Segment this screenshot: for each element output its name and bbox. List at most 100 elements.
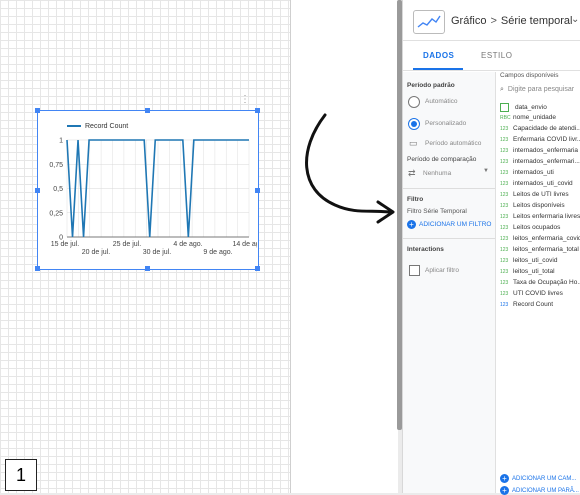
field-name: leitos_enfermaria_covid xyxy=(513,235,580,242)
list-item[interactable]: 123 internados_uti xyxy=(500,169,554,176)
timeseries-chart-icon[interactable] xyxy=(413,10,445,34)
list-item[interactable]: 123 UTI COVID livres xyxy=(500,290,563,297)
list-item[interactable]: 123 leitos_uti_covid xyxy=(500,257,557,264)
legend-label: Record Count xyxy=(85,123,129,130)
list-item[interactable]: RBC nome_unidade xyxy=(500,114,556,121)
list-item[interactable]: 123 Capacidade de atendi... xyxy=(500,125,580,132)
field-type-icon: 123 xyxy=(500,137,509,143)
active-tab-indicator xyxy=(413,68,463,70)
compare-arrows-icon: ⇄ xyxy=(408,168,416,178)
auto-period-selector[interactable]: Período automático xyxy=(425,140,481,147)
field-name: nome_unidade xyxy=(513,114,557,121)
list-item[interactable]: 123 leitos_enfermaria_covid xyxy=(500,235,580,242)
field-type-icon: 123 xyxy=(500,170,509,176)
list-item[interactable]: 123 Leitos ocupados xyxy=(500,224,560,231)
resize-handle-tm[interactable] xyxy=(145,108,150,113)
section-divider xyxy=(403,238,495,239)
y-tick-label: 0,5 xyxy=(53,186,63,193)
dropdown-arrow-icon[interactable]: ▼ xyxy=(483,168,489,174)
field-name: Record Count xyxy=(513,301,554,308)
y-tick-label: 0,25 xyxy=(49,210,63,217)
field-type-icon: 123 xyxy=(500,192,509,198)
tab-dados[interactable]: DADOS xyxy=(423,51,454,60)
x-tick-label: 14 de ago. xyxy=(232,241,257,248)
y-tick-label: 0,75 xyxy=(49,162,63,169)
x-tick-label: 30 de jul. xyxy=(143,249,171,256)
available-fields-title: Campos disponíveis xyxy=(500,72,559,79)
field-name: Leitos ocupados xyxy=(513,224,561,231)
field-name: Enfermaria COVID livr... xyxy=(513,136,580,143)
filter-title: Filtro xyxy=(407,196,424,203)
field-type-icon: 123 xyxy=(500,302,509,308)
chevron-down-icon[interactable]: ⌄ xyxy=(571,14,579,25)
breadcrumb-separator: > xyxy=(490,15,497,27)
add-filter-label: ADICIONAR UM FILTRO xyxy=(419,221,492,229)
legend-swatch xyxy=(67,125,81,128)
panel-tabs: DADOS ESTILO xyxy=(403,42,580,71)
field-search[interactable]: ⌕ Digite para pesquisar xyxy=(500,86,574,94)
field-type-icon: 123 xyxy=(500,269,509,275)
comparison-selector[interactable]: Nenhuma xyxy=(423,170,451,177)
custom-label: Personalizado xyxy=(425,120,467,127)
field-type-icon: RBC xyxy=(500,115,511,121)
x-tick-label: 4 de ago. xyxy=(173,241,202,248)
calendar-icon: ▭ xyxy=(409,138,418,148)
x-tick-label: 25 de jul. xyxy=(113,241,141,248)
breadcrumb-chart-type[interactable]: Série temporal xyxy=(501,15,573,27)
field-type-icon: 123 xyxy=(500,203,509,209)
automatic-label: Automático xyxy=(425,98,458,105)
list-item[interactable]: 123 Enfermaria COVID livr... xyxy=(500,136,580,143)
resize-handle-bm[interactable] xyxy=(145,266,150,271)
default-period-title: Período padrão xyxy=(407,82,455,89)
field-name: internados_uti_covid xyxy=(513,180,573,187)
comparison-period-title: Período de comparação xyxy=(407,156,477,163)
search-placeholder: Digite para pesquisar xyxy=(507,86,575,93)
resize-handle-br[interactable] xyxy=(255,266,260,271)
y-tick-label: 1 xyxy=(59,138,63,145)
field-name: Capacidade de atendi... xyxy=(513,125,580,132)
list-item[interactable]: 123 internados_enfermaria xyxy=(500,147,578,154)
date-type-icon xyxy=(500,103,509,112)
apply-filter-label: Aplicar filtro xyxy=(425,267,459,274)
field-type-icon: 123 xyxy=(500,225,509,231)
resize-handle-tl[interactable] xyxy=(35,108,40,113)
add-parameter-button[interactable]: + ADICIONAR UM PARÂ... xyxy=(500,486,579,495)
resize-handle-tr[interactable] xyxy=(255,108,260,113)
list-item[interactable]: 123 Leitos de UTI livres xyxy=(500,191,569,198)
apply-filter-checkbox[interactable] xyxy=(409,265,420,276)
field-name: leitos_uti_covid xyxy=(513,257,558,264)
list-item[interactable]: 123 leitos_uti_total xyxy=(500,268,555,275)
add-icon: + xyxy=(407,220,416,229)
list-item[interactable]: 123 leitos_enfermaria_total xyxy=(500,246,579,253)
resize-handle-bl[interactable] xyxy=(35,266,40,271)
list-item[interactable]: 123 Taxa de Ocupação Ho... xyxy=(500,279,580,286)
field-name: internados_enfermaria xyxy=(513,147,579,154)
custom-radio[interactable] xyxy=(408,118,420,130)
list-item[interactable]: 123 internados_uti_covid xyxy=(500,180,573,187)
list-item[interactable]: 123 Leitos disponíveis xyxy=(500,202,565,209)
breadcrumb-chart[interactable]: Gráfico xyxy=(451,15,486,27)
field-type-icon: 123 xyxy=(500,291,509,297)
field-name: Leitos disponíveis xyxy=(513,202,565,209)
add-field-button[interactable]: + ADICIONAR UM CAM... xyxy=(500,474,576,483)
add-icon: + xyxy=(500,474,509,483)
field-name: Leitos enfermaria livres xyxy=(513,213,580,220)
x-tick-label: 9 de ago. xyxy=(203,249,232,256)
list-item[interactable]: 123 Record Count xyxy=(500,301,553,308)
field-name: UTI COVID livres xyxy=(513,290,563,297)
available-fields-column: Campos disponíveis ⌕ Digite para pesquisa… xyxy=(496,72,580,495)
field-name: leitos_uti_total xyxy=(513,268,555,275)
field-name: Leitos de UTI livres xyxy=(513,191,569,198)
automatic-radio[interactable] xyxy=(408,96,420,108)
field-type-icon: 123 xyxy=(500,258,509,264)
chart-plot: 00,250,50,75115 de jul. 25 de jul. 4 de ag… xyxy=(49,138,257,257)
list-item[interactable]: 123 Leitos enfermaria livres xyxy=(500,213,580,220)
field-type-icon: 123 xyxy=(500,181,509,187)
x-tick-label: 15 de jul. xyxy=(51,241,79,248)
tab-estilo[interactable]: ESTILO xyxy=(481,51,512,60)
add-filter-button[interactable]: + ADICIONAR UM FILTRO xyxy=(407,220,491,229)
list-item[interactable]: data_envio xyxy=(500,103,547,112)
more-options-icon[interactable]: ⋮ xyxy=(240,95,250,105)
breadcrumb: Gráfico > Série temporal xyxy=(451,15,572,27)
list-item[interactable]: 123 internados_enfermari... xyxy=(500,158,580,165)
